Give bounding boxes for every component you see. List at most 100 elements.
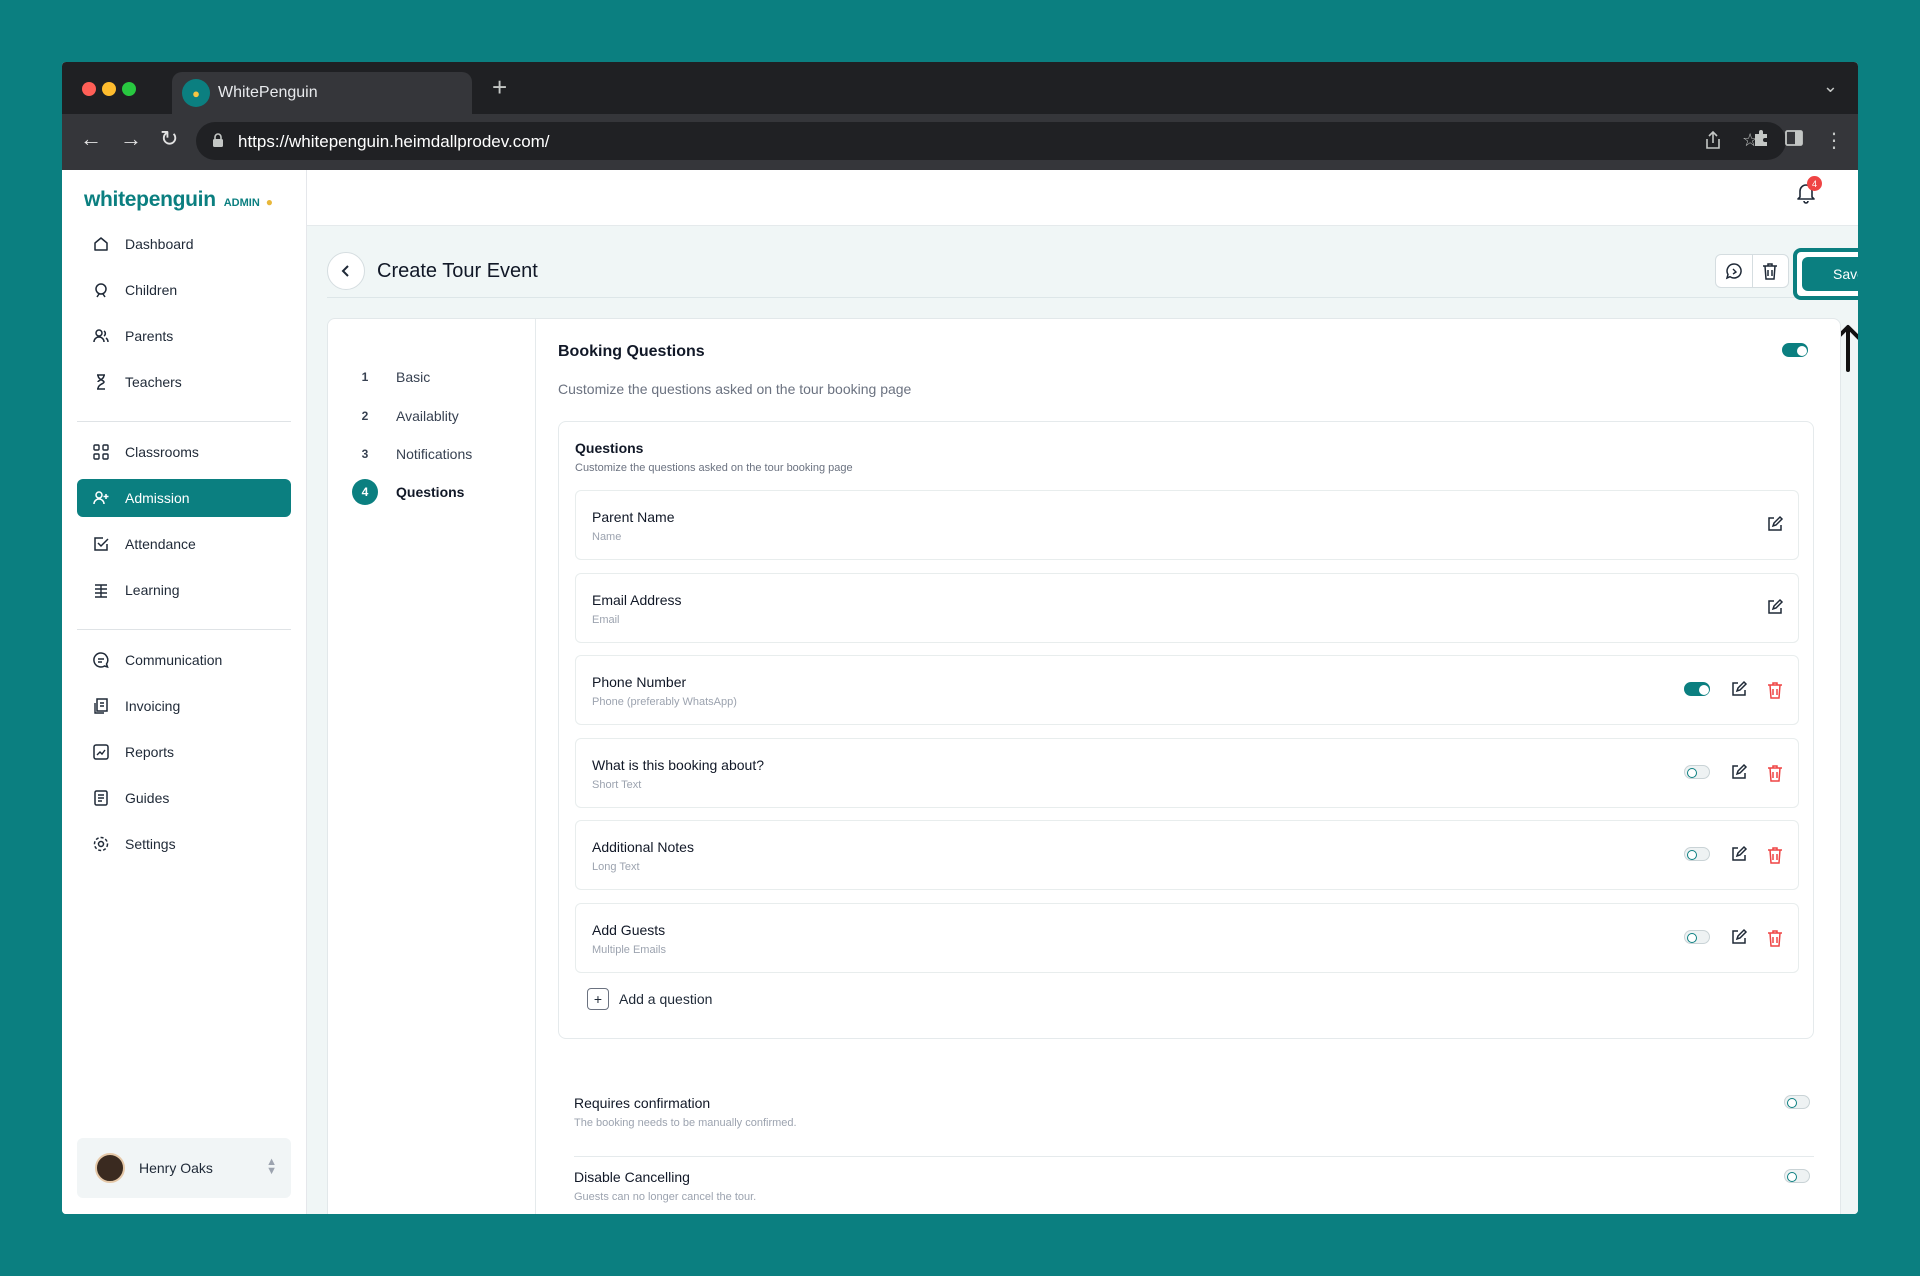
book-icon bbox=[91, 580, 111, 600]
disable-cancelling-toggle[interactable] bbox=[1784, 1169, 1810, 1183]
step-basic[interactable]: 1 Basic bbox=[352, 364, 431, 390]
share-icon[interactable] bbox=[1704, 130, 1722, 150]
step-notifications[interactable]: 3 Notifications bbox=[352, 441, 473, 467]
gear-icon bbox=[91, 834, 111, 854]
questions-panel: Questions Customize the questions asked … bbox=[558, 421, 1814, 1039]
form-card: 1 Basic 2 Availablity 3 Notifications 4 … bbox=[327, 318, 1841, 1214]
app-logo[interactable]: whitepenguin ADMIN ● bbox=[84, 188, 273, 212]
save-button-highlight: Save bbox=[1793, 248, 1858, 300]
chevron-up-down-icon: ▲ ▼ bbox=[266, 1156, 277, 1177]
step-number: 3 bbox=[361, 447, 369, 461]
sidebar-item-label: Teachers bbox=[125, 374, 182, 390]
sidebar-item-label: Admission bbox=[125, 490, 190, 506]
sidebar-item-reports[interactable]: Reports bbox=[77, 733, 291, 771]
edit-icon[interactable] bbox=[1730, 845, 1748, 863]
browser-tab[interactable]: ● WhitePenguin bbox=[172, 72, 472, 114]
reload-icon[interactable]: ↻ bbox=[160, 128, 178, 150]
edit-icon[interactable] bbox=[1766, 598, 1784, 616]
sidebar-item-teachers[interactable]: Teachers bbox=[77, 363, 291, 401]
back-arrow-icon[interactable]: ← bbox=[80, 128, 102, 150]
browser-tab-bar: ● WhitePenguin + ⌄ bbox=[62, 62, 1858, 114]
save-button[interactable]: Save bbox=[1802, 257, 1858, 291]
question-type: Multiple Emails bbox=[592, 944, 666, 956]
question-type: Name bbox=[592, 531, 622, 543]
chevron-left-icon bbox=[341, 265, 349, 277]
minimize-window-button[interactable] bbox=[102, 82, 116, 96]
sidebar-item-label: Guides bbox=[125, 790, 170, 806]
question-required-toggle[interactable] bbox=[1684, 682, 1710, 696]
step-label: Availablity bbox=[396, 408, 459, 424]
question-type: Short Text bbox=[592, 779, 642, 791]
trash-icon[interactable] bbox=[1766, 763, 1784, 783]
extensions-puzzle-icon[interactable] bbox=[1752, 128, 1772, 148]
user-plus-icon bbox=[91, 488, 111, 508]
edit-icon[interactable] bbox=[1730, 928, 1748, 946]
edit-icon[interactable] bbox=[1730, 680, 1748, 698]
back-button[interactable] bbox=[327, 252, 365, 290]
question-required-toggle[interactable] bbox=[1684, 765, 1710, 779]
edit-icon[interactable] bbox=[1766, 515, 1784, 533]
plus-icon: + bbox=[587, 988, 609, 1010]
browser-menu-icon[interactable]: ⋮ bbox=[1824, 128, 1844, 153]
sidebar-item-learning[interactable]: Learning bbox=[77, 571, 291, 609]
chat-icon bbox=[91, 650, 111, 670]
section-description: Customize the questions asked on the tou… bbox=[558, 381, 912, 397]
parents-icon bbox=[91, 326, 111, 346]
teacher-icon bbox=[91, 372, 111, 392]
add-question-label: Add a question bbox=[619, 991, 713, 1007]
sidebar-item-settings[interactable]: Settings bbox=[77, 825, 291, 863]
maximize-window-button[interactable] bbox=[122, 82, 136, 96]
notifications-button[interactable]: 4 bbox=[1796, 176, 1822, 209]
sidebar-item-attendance[interactable]: Attendance bbox=[77, 525, 291, 563]
avatar bbox=[95, 1153, 125, 1183]
sidebar-item-admission[interactable]: Admission bbox=[77, 479, 291, 517]
home-icon bbox=[91, 234, 111, 254]
address-bar[interactable]: https://whitepenguin.heimdallprodev.com/… bbox=[196, 122, 1786, 160]
sidebar-item-label: Classrooms bbox=[125, 444, 199, 460]
sidebar-item-invoicing[interactable]: Invoicing bbox=[77, 687, 291, 725]
trash-icon[interactable] bbox=[1766, 845, 1784, 865]
user-profile-switcher[interactable]: Henry Oaks ▲ ▼ bbox=[77, 1138, 291, 1198]
preview-button[interactable] bbox=[1716, 255, 1752, 287]
user-name: Henry Oaks bbox=[139, 1160, 213, 1176]
sidebar-item-label: Communication bbox=[125, 652, 223, 668]
sidebar-item-dashboard[interactable]: Dashboard bbox=[77, 225, 291, 263]
step-questions[interactable]: 4 Questions bbox=[352, 479, 464, 505]
question-required-toggle[interactable] bbox=[1684, 847, 1710, 861]
step-availability[interactable]: 2 Availablity bbox=[352, 403, 459, 429]
question-row-email-address: Email Address Email bbox=[575, 573, 1799, 643]
sidebar-item-label: Reports bbox=[125, 744, 175, 760]
sidebar-divider bbox=[77, 421, 291, 422]
favicon-icon: ● bbox=[182, 79, 210, 107]
forward-arrow-icon[interactable]: → bbox=[120, 128, 142, 150]
requires-confirmation-toggle[interactable] bbox=[1784, 1095, 1810, 1109]
sidebar-item-parents[interactable]: Parents bbox=[77, 317, 291, 355]
sidebar-item-communication[interactable]: Communication bbox=[77, 641, 291, 679]
delete-event-button[interactable] bbox=[1751, 255, 1788, 287]
question-required-toggle[interactable] bbox=[1684, 930, 1710, 944]
sidebar-item-label: Attendance bbox=[125, 536, 196, 552]
new-tab-button[interactable]: + bbox=[492, 72, 507, 103]
tab-search-icon[interactable]: ⌄ bbox=[1823, 76, 1838, 97]
option-title: Disable Cancelling bbox=[574, 1169, 690, 1185]
booking-questions-toggle[interactable] bbox=[1782, 343, 1808, 357]
side-panel-icon[interactable] bbox=[1784, 128, 1804, 148]
add-question-button[interactable]: + Add a question bbox=[587, 988, 712, 1010]
step-number: 2 bbox=[361, 409, 369, 423]
question-row-additional-notes: Additional Notes Long Text bbox=[575, 820, 1799, 890]
sidebar-item-guides[interactable]: Guides bbox=[77, 779, 291, 817]
sidebar-item-classrooms[interactable]: Classrooms bbox=[77, 433, 291, 471]
sidebar-divider bbox=[77, 629, 291, 630]
sidebar-item-children[interactable]: Children bbox=[77, 271, 291, 309]
edit-icon[interactable] bbox=[1730, 763, 1748, 781]
admin-badge: ADMIN bbox=[223, 197, 260, 209]
app-topbar: 4 bbox=[307, 170, 1858, 226]
trash-icon[interactable] bbox=[1766, 928, 1784, 948]
sidebar-item-label: Invoicing bbox=[125, 698, 181, 714]
option-description: The booking needs to be manually confirm… bbox=[574, 1117, 797, 1129]
sidebar: whitepenguin ADMIN ● Dashboard Children … bbox=[62, 170, 307, 1214]
step-number: 1 bbox=[361, 370, 369, 384]
trash-icon[interactable] bbox=[1766, 680, 1784, 700]
browser-toolbar: ← → ↻ https://whitepenguin.heimdallprode… bbox=[62, 114, 1858, 170]
close-window-button[interactable] bbox=[82, 82, 96, 96]
